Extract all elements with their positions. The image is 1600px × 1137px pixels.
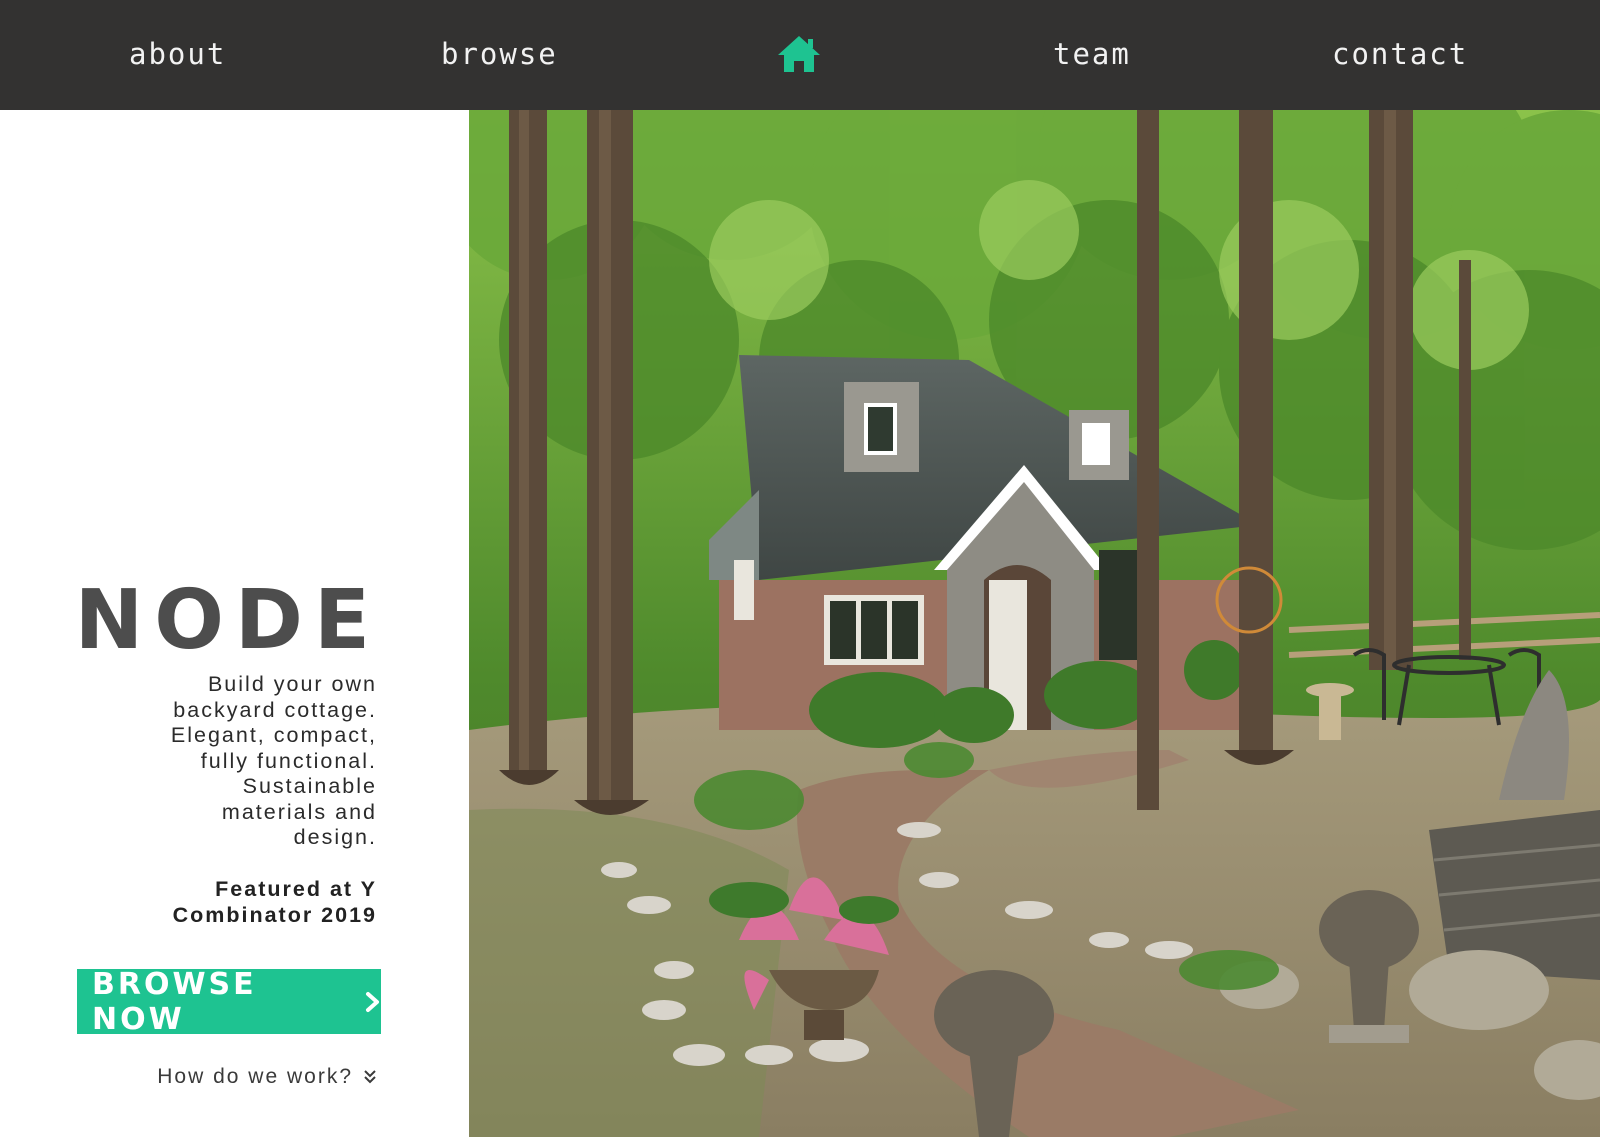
brand-title: NODE: [74, 573, 381, 668]
home-icon: [776, 34, 822, 74]
browse-now-button[interactable]: BROWSE NOW: [77, 966, 381, 1037]
tagline-line: Build your own: [207, 672, 377, 696]
tagline-line: Elegant, compact,: [170, 723, 377, 747]
tagline-line: backyard cottage.: [173, 697, 377, 722]
tagline-line: fully functional.: [200, 748, 377, 773]
nav-link-contact[interactable]: contact: [1332, 32, 1468, 76]
featured-note: Featured at Y Combinator 2019: [97, 876, 377, 928]
top-nav: about browse team contact: [0, 0, 1600, 110]
nav-link-browse[interactable]: browse: [441, 32, 558, 76]
how-we-work-label: How do we work?: [157, 1065, 353, 1088]
how-we-work-link[interactable]: How do we work?: [157, 1065, 377, 1089]
hero-text-panel: NODE Build your own backyard cottage. El…: [0, 110, 469, 1137]
browse-now-label: BROWSE NOW: [92, 966, 257, 1037]
tagline-line: Sustainable: [242, 774, 377, 798]
featured-line: Featured at Y: [215, 877, 377, 901]
cottage-photo: [469, 110, 1600, 1137]
double-chevron-down-icon: [363, 1068, 377, 1086]
chevron-right-icon: [365, 991, 381, 1013]
home-link[interactable]: [776, 34, 822, 74]
nav-link-team[interactable]: team: [1053, 32, 1131, 76]
tagline-line: design.: [293, 825, 377, 849]
tagline-line: materials and: [221, 799, 377, 824]
featured-line: Combinator 2019: [172, 903, 377, 927]
nav-link-about[interactable]: about: [129, 32, 226, 76]
tagline: Build your own backyard cottage. Elegant…: [117, 672, 377, 851]
